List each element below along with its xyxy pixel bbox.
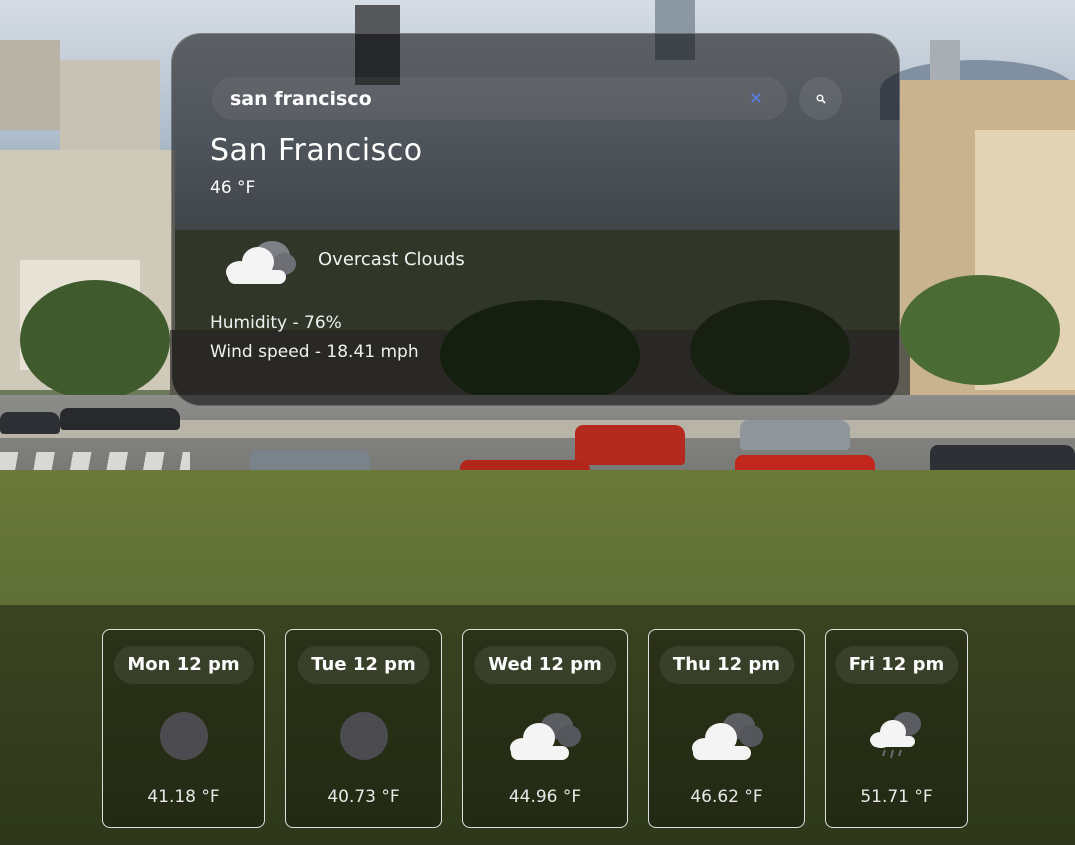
- forecast-card-wed: Wed 12 pm 44.96 °F: [462, 629, 628, 828]
- overcast-clouds-icon: [226, 241, 296, 284]
- forecast-temperature: 41.18 °F: [147, 787, 220, 807]
- forecast-day-label: Tue 12 pm: [297, 646, 430, 684]
- forecast-temperature: 51.71 °F: [860, 787, 933, 807]
- forecast-day-label: Fri 12 pm: [834, 646, 959, 684]
- search-bar: [212, 77, 787, 120]
- city-name: San Francisco: [210, 133, 423, 168]
- clear-night-icon: [159, 712, 208, 760]
- forecast-day-label: Wed 12 pm: [474, 646, 616, 684]
- forecast-day-label: Thu 12 pm: [658, 646, 795, 684]
- forecast-card-tue: Tue 12 pm 40.73 °F: [285, 629, 442, 828]
- forecast-card-fri: Fri 12 pm 51.71 °F: [825, 629, 968, 828]
- search-icon: [816, 94, 826, 104]
- search-button[interactable]: [799, 77, 842, 120]
- broken-clouds-icon: [510, 713, 581, 760]
- forecast-temperature: 44.96 °F: [508, 787, 582, 807]
- broken-clouds-icon: [691, 713, 763, 760]
- forecast-day-label: Mon 12 pm: [113, 646, 254, 684]
- search-input[interactable]: [230, 84, 730, 114]
- weather-card: ✕ San Francisco 46 °F Overcast Clouds Hu…: [171, 33, 900, 406]
- current-temperature: 46 °F: [210, 178, 256, 198]
- condition-description: Overcast Clouds: [318, 249, 465, 270]
- forecast-card-thu: Thu 12 pm 46.62 °F: [648, 629, 805, 828]
- humidity-text: Humidity - 76%: [210, 313, 342, 333]
- clear-search-button[interactable]: ✕: [747, 90, 765, 108]
- rain-icon: [869, 712, 921, 759]
- clear-night-icon: [339, 712, 388, 760]
- wind-speed-text: Wind speed - 18.41 mph: [210, 342, 419, 362]
- close-icon: ✕: [748, 89, 764, 109]
- forecast-temperature: 40.73 °F: [327, 787, 400, 807]
- forecast-card-mon: Mon 12 pm 41.18 °F: [102, 629, 265, 828]
- forecast-temperature: 46.62 °F: [690, 787, 763, 807]
